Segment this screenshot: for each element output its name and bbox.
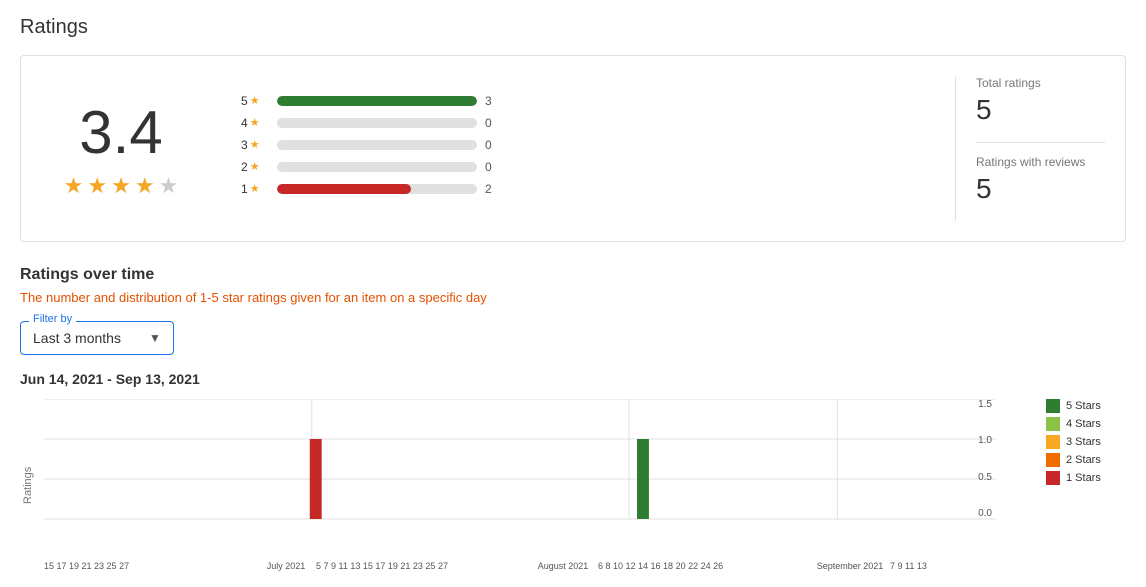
section-title: Ratings over time — [20, 266, 1126, 284]
ratings-with-reviews-value: 5 — [976, 173, 1105, 205]
ratings-over-time-section: Ratings over time The number and distrib… — [20, 266, 1126, 571]
x-axis-labels: 15 17 19 21 23 25 27 July 2021 5 7 9 11 … — [44, 561, 996, 571]
total-ratings-label: Total ratings — [976, 76, 1105, 90]
legend-3stars: 3 Stars — [1046, 435, 1126, 449]
legend-color-4stars — [1046, 417, 1060, 431]
bar-fill-5 — [277, 96, 477, 106]
bar-track-4 — [277, 118, 477, 128]
bar-count-4: 0 — [485, 116, 505, 130]
legend-color-2stars — [1046, 453, 1060, 467]
bar-row-1: 1 ★ 2 — [241, 182, 915, 196]
star-4: ★ — [135, 173, 155, 199]
bar-track-2 — [277, 162, 477, 172]
legend-2stars: 2 Stars — [1046, 453, 1126, 467]
chart-legend: 5 Stars 4 Stars 3 Stars 2 Stars — [1046, 399, 1126, 485]
rating-totals: Total ratings 5 Ratings with reviews 5 — [955, 76, 1105, 221]
filter-box: Filter by Last month Last 3 months Last … — [20, 321, 174, 355]
star-1: ★ — [64, 173, 84, 199]
bar-1star — [310, 439, 322, 519]
chart-svg — [44, 399, 996, 559]
bar-row-2: 2 ★ 0 — [241, 160, 915, 174]
filter-select[interactable]: Last month Last 3 months Last 6 months L… — [33, 330, 141, 346]
bar-count-3: 0 — [485, 138, 505, 152]
bar-row-4: 4 ★ 0 — [241, 116, 915, 130]
bar-track-3 — [277, 140, 477, 150]
bar-count-1: 2 — [485, 182, 505, 196]
total-ratings-value: 5 — [976, 94, 1105, 126]
bar-row-3: 3 ★ 0 — [241, 138, 915, 152]
section-subtitle: The number and distribution of 1-5 star … — [20, 290, 1126, 305]
legend-color-3stars — [1046, 435, 1060, 449]
ratings-with-reviews-label: Ratings with reviews — [976, 155, 1105, 169]
legend-4stars: 4 Stars — [1046, 417, 1126, 431]
y-axis-label: Ratings — [20, 399, 36, 571]
rating-summary-card: 3.4 ★ ★ ★ ★ ★ 5 ★ 3 4 ★ — [20, 55, 1126, 242]
bar-fill-1 — [277, 184, 411, 194]
date-range: Jun 14, 2021 - Sep 13, 2021 — [20, 371, 1126, 387]
star-5: ★ — [159, 173, 179, 199]
bar-row-5: 5 ★ 3 — [241, 94, 915, 108]
bar-track-1 — [277, 184, 477, 194]
legend-5stars: 5 Stars — [1046, 399, 1126, 413]
rating-bars: 5 ★ 3 4 ★ 0 3 ★ 0 — [241, 94, 915, 204]
bar-track-5 — [277, 96, 477, 106]
star-2: ★ — [87, 173, 107, 199]
rating-number: 3.4 — [41, 98, 201, 167]
filter-label: Filter by — [29, 313, 76, 325]
bar-count-2: 0 — [485, 160, 505, 174]
legend-1stars: 1 Stars — [1046, 471, 1126, 485]
bar-count-5: 3 — [485, 94, 505, 108]
rating-stars: ★ ★ ★ ★ ★ — [41, 173, 201, 199]
legend-color-1stars — [1046, 471, 1060, 485]
legend-color-5stars — [1046, 399, 1060, 413]
chevron-down-icon: ▼ — [149, 331, 161, 345]
rating-score-section: 3.4 ★ ★ ★ ★ ★ — [41, 98, 201, 199]
y-axis-labels: 0.0 0.5 1.0 1.5 — [966, 399, 996, 519]
bar-5star — [637, 439, 649, 519]
star-3: ★ — [111, 173, 131, 199]
page-title: Ratings — [20, 16, 1126, 39]
